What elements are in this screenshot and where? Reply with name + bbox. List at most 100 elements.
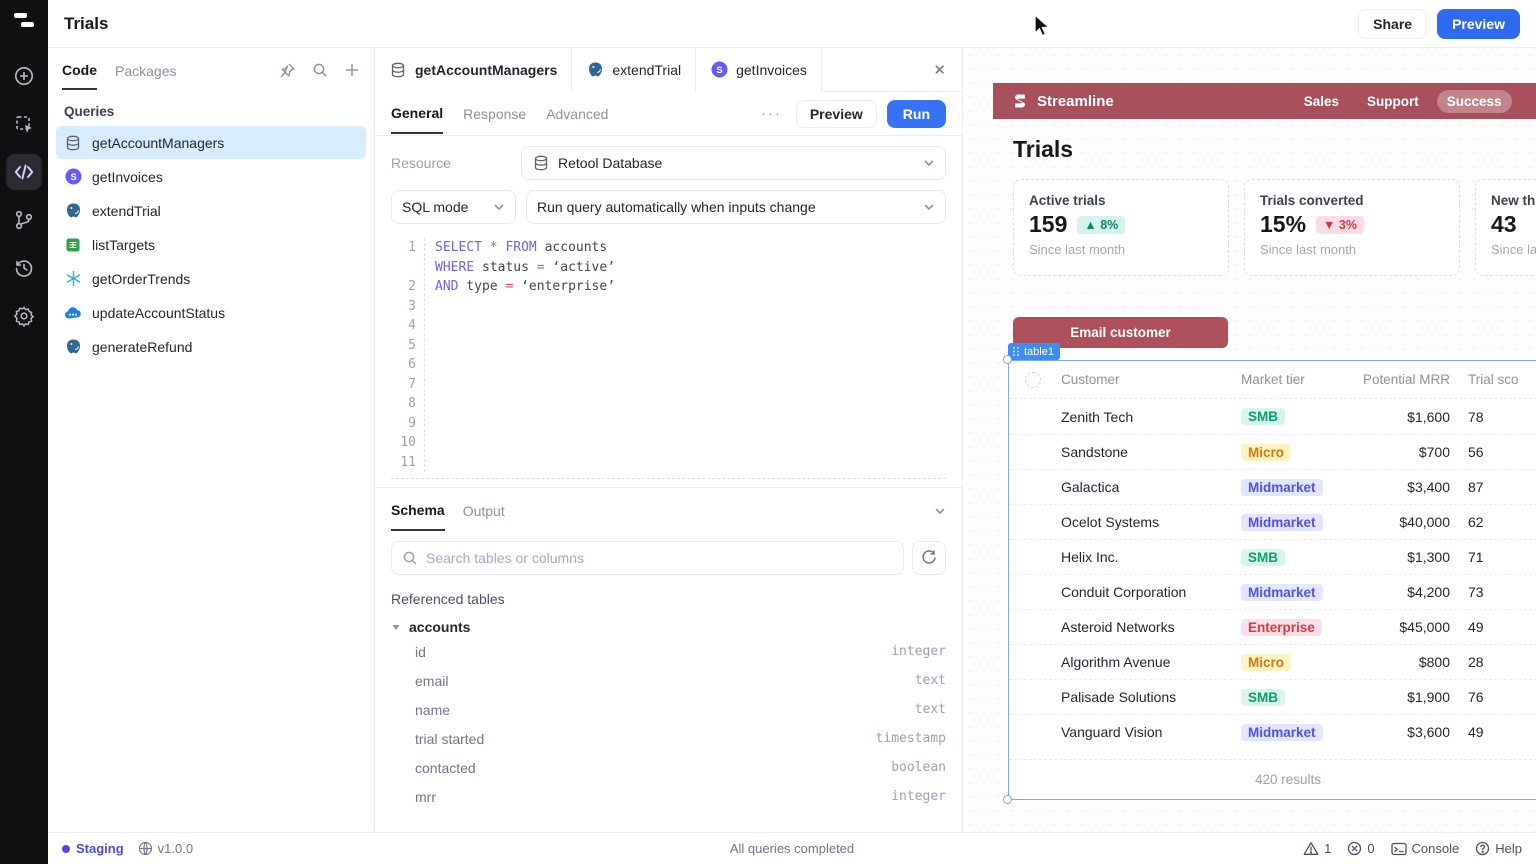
collapse-chevron-icon[interactable]	[934, 505, 946, 517]
query-item-updateAccountStatus[interactable]: updateAccountStatus	[56, 296, 366, 329]
selection-handle[interactable]	[1003, 355, 1012, 364]
schema-field-trial-started[interactable]: trial startedtimestamp	[375, 724, 962, 753]
table-row[interactable]: Zenith TechSMB$1,60078	[1009, 399, 1536, 434]
query-preview-button[interactable]: Preview	[796, 100, 877, 128]
field-name: email	[415, 673, 448, 689]
editor-tab-getInvoices[interactable]: SgetInvoices	[696, 48, 822, 92]
rail-code-button[interactable]	[6, 154, 42, 190]
column-header-market-tier[interactable]: Market tier	[1241, 372, 1346, 387]
selection-handle[interactable]	[1003, 795, 1012, 804]
cell-mrr: $40,000	[1346, 514, 1468, 530]
preview-app-button[interactable]: Preview	[1437, 9, 1520, 39]
rail-history-button[interactable]	[6, 250, 42, 286]
drag-handle-icon	[1012, 346, 1020, 357]
cell-score: 49	[1468, 724, 1536, 740]
rail-branch-button[interactable]	[6, 202, 42, 238]
tab-schema[interactable]: Schema	[391, 490, 445, 531]
tab-output[interactable]: Output	[463, 491, 505, 530]
schema-field-email[interactable]: emailtext	[375, 666, 962, 695]
overflow-menu-icon[interactable]: ···	[761, 105, 796, 122]
sheet-icon	[64, 236, 82, 254]
query-item-getAccountManagers[interactable]: getAccountManagers	[56, 126, 366, 159]
cell-score: 87	[1468, 479, 1536, 495]
share-button[interactable]: Share	[1358, 9, 1427, 39]
page-title: Trials	[1013, 136, 1073, 163]
table-component[interactable]: CustomerMarket tierPotential MRRTrial sc…	[1008, 360, 1536, 800]
nav-link-support[interactable]: Support	[1357, 90, 1429, 113]
retool-logo-icon	[12, 10, 36, 32]
component-tag-label: table1	[1024, 346, 1054, 358]
pin-icon[interactable]	[279, 62, 296, 79]
table-row[interactable]: GalacticaMidmarket$3,40087	[1009, 469, 1536, 504]
editor-tab-extendTrial[interactable]: extendTrial	[572, 48, 696, 92]
nav-link-success[interactable]: Success	[1437, 90, 1512, 113]
run-trigger-select[interactable]: Run query automatically when inputs chan…	[526, 190, 946, 224]
environment-selector[interactable]: Staging	[62, 841, 124, 856]
refresh-icon	[921, 550, 937, 566]
plus-icon[interactable]	[344, 62, 360, 78]
field-type: text	[915, 702, 946, 717]
schema-search-input[interactable]	[426, 550, 893, 566]
console-button[interactable]: Console	[1391, 841, 1460, 856]
cell-mrr: $45,000	[1346, 619, 1468, 635]
stat-value-row: 43	[1491, 211, 1536, 238]
rail-settings-button[interactable]	[6, 298, 42, 334]
row-checkbox[interactable]	[1025, 372, 1041, 388]
cell-mrr: $1,900	[1346, 689, 1468, 705]
subtab-advanced[interactable]: Advanced	[546, 94, 608, 133]
table-row[interactable]: Vanguard VisionMidmarket$3,60049	[1009, 714, 1536, 749]
table-row[interactable]: Conduit CorporationMidmarket$4,20073	[1009, 574, 1536, 609]
expand-chevron-icon	[391, 622, 401, 632]
schema-field-contacted[interactable]: contactedboolean	[375, 753, 962, 782]
table-row[interactable]: Asteroid NetworksEnterprise$45,00049	[1009, 609, 1536, 644]
tab-code[interactable]: Code	[62, 50, 97, 90]
column-header-trial-sco[interactable]: Trial sco	[1468, 372, 1536, 387]
version-label: v1.0.0	[158, 841, 193, 856]
table-row[interactable]: Ocelot SystemsMidmarket$40,00062	[1009, 504, 1536, 539]
cell-mrr: $1,600	[1346, 409, 1468, 425]
table-row[interactable]: Algorithm AvenueMicro$80028	[1009, 644, 1536, 679]
run-button[interactable]: Run	[887, 100, 946, 128]
component-tag[interactable]: table1	[1008, 343, 1060, 360]
resource-value: Retool Database	[558, 155, 662, 171]
query-item-listTargets[interactable]: listTargets	[56, 228, 366, 261]
rail-add-button[interactable]	[6, 58, 42, 94]
schema-field-mrr[interactable]: mrrinteger	[375, 782, 962, 811]
cell-customer: Zenith Tech	[1061, 409, 1241, 425]
query-item-extendTrial[interactable]: extendTrial	[56, 194, 366, 227]
tab-packages[interactable]: Packages	[115, 51, 176, 89]
schema-field-name[interactable]: name text	[375, 695, 962, 724]
rail-select-button[interactable]	[6, 106, 42, 142]
errors-indicator[interactable]: 0	[1347, 841, 1374, 856]
database-icon	[389, 61, 407, 79]
editor-tab-getAccountManagers[interactable]: getAccountManagers	[375, 48, 572, 92]
column-header-potential-mrr[interactable]: Potential MRR	[1346, 372, 1468, 387]
column-header-customer[interactable]: Customer	[1061, 372, 1241, 387]
table-row[interactable]: Helix Inc.SMB$1,30071	[1009, 539, 1536, 574]
cell-score: 78	[1468, 409, 1536, 425]
editor-tab-label: extendTrial	[612, 62, 681, 78]
schema-table-accounts[interactable]: accounts	[375, 611, 962, 637]
refresh-schema-button[interactable]	[912, 541, 946, 575]
search-icon[interactable]	[312, 62, 328, 78]
version-selector[interactable]: v1.0.0	[138, 841, 193, 856]
table-row[interactable]: SandstoneMicro$70056	[1009, 434, 1536, 469]
stat-label: Active trials	[1029, 193, 1213, 208]
table-row[interactable]: Palisade SolutionsSMB$1,90076	[1009, 679, 1536, 714]
query-item-getInvoices[interactable]: SgetInvoices	[56, 160, 366, 193]
help-button[interactable]: Help	[1475, 841, 1522, 856]
warnings-indicator[interactable]: 1	[1303, 841, 1331, 856]
schema-field-id[interactable]: idinteger	[375, 637, 962, 666]
field-name: name	[415, 702, 450, 718]
query-item-getOrderTrends[interactable]: getOrderTrends	[56, 262, 366, 295]
resource-select[interactable]: Retool Database	[521, 146, 946, 180]
subtab-general[interactable]: General	[391, 93, 443, 134]
nav-link-sales[interactable]: Sales	[1294, 90, 1349, 113]
schema-output-header: Schema Output	[375, 487, 962, 533]
subtab-response[interactable]: Response	[463, 94, 526, 133]
sql-code-editor[interactable]: 1 234567891011 SELECT * FROM accountsWHE…	[391, 238, 946, 479]
sql-mode-select[interactable]: SQL mode	[391, 190, 516, 224]
query-item-generateRefund[interactable]: generateRefund	[56, 330, 366, 363]
app-title: Trials	[64, 14, 108, 34]
close-tab-icon[interactable]: ✕	[917, 61, 962, 79]
